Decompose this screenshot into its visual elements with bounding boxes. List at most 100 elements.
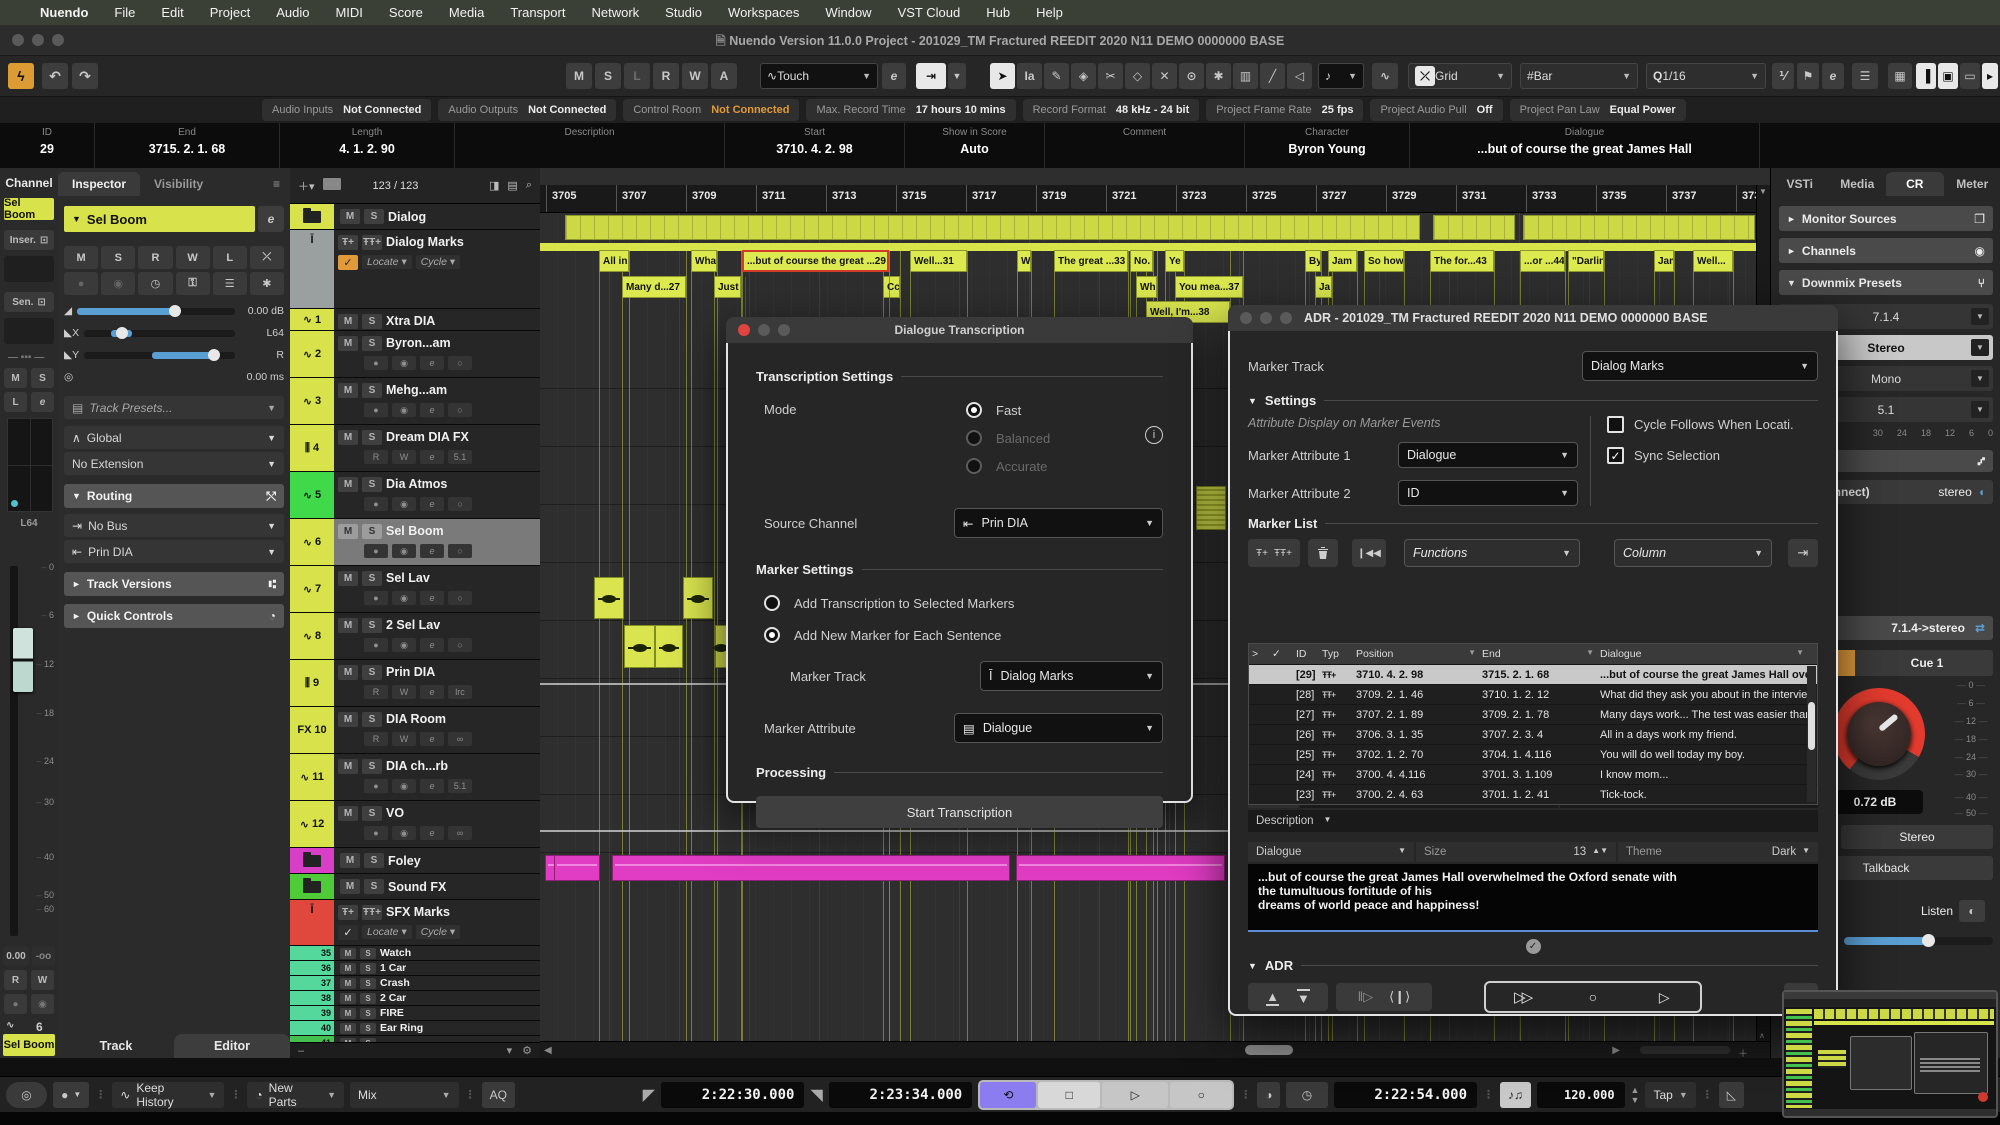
mix-dropdown[interactable]: Mix▼ [350, 1082, 459, 1108]
fader-value[interactable]: 0.00 [3, 946, 29, 966]
track-solo-button[interactable]: S [362, 524, 382, 539]
track-presets-dropdown[interactable]: ▤Track Presets...▼ [64, 396, 284, 419]
edit-channel-button[interactable]: e [420, 497, 444, 511]
adr-section-header[interactable]: ▼ADR [1230, 954, 1836, 973]
read-automation-button[interactable]: R [4, 970, 27, 990]
adr-marker-track-dropdown[interactable]: Dialog Marks▼ [1582, 351, 1818, 381]
track-row-dialog[interactable]: MSDialog [290, 204, 540, 230]
track-solo-button[interactable]: S [362, 430, 382, 445]
global-r-button[interactable]: R [653, 63, 679, 89]
adr-eject-buttons[interactable]: ▲▼ [1248, 983, 1328, 1011]
source-channel-dropdown[interactable]: ⇤Prin DIA▼ [954, 508, 1163, 538]
status-project-pan-law[interactable]: Project Pan LawEqual Power [1510, 99, 1686, 121]
status-audio-outputs[interactable]: Audio OutputsNot Connected [438, 99, 616, 121]
adr-titlebar[interactable]: ADR - 201029_TM Fractured REEDIT 2020 N1… [1228, 305, 1838, 331]
scroll-right-arrow[interactable]: ▶ [1612, 1045, 1620, 1056]
format-label[interactable]: Stereo [1841, 825, 1993, 849]
track-row-sel-boom[interactable]: ∿6MSSel Boom●◉e○ [290, 519, 540, 566]
transport-menu-icon[interactable]: ◎ [6, 1082, 47, 1108]
info-show-in-score[interactable]: Show in ScoreAuto [905, 123, 1045, 168]
lane-display-button[interactable]: ☰ [1852, 63, 1878, 89]
timeline-marker[interactable]: ...but of course the great ...29 [742, 250, 889, 272]
track-search-icon[interactable]: ⌕ [526, 179, 532, 192]
foley-clip[interactable] [612, 855, 1010, 881]
timeline-marker[interactable]: Well...31 [910, 250, 967, 272]
info-id[interactable]: ID29 [0, 123, 95, 168]
transcription-titlebar[interactable]: Dialogue Transcription [726, 317, 1193, 343]
inspector-btn-3[interactable]: W [176, 246, 210, 269]
hscroll-thumb[interactable] [1245, 1045, 1293, 1055]
cycle-button[interactable]: ⟲ [980, 1082, 1036, 1108]
track-mute-button[interactable]: M [338, 383, 358, 398]
marker-active-checkbox[interactable]: ✓ [338, 925, 358, 940]
menu-item-window[interactable]: Window [825, 5, 871, 20]
audio-clip[interactable] [594, 577, 624, 619]
track-solo-button[interactable]: S [362, 314, 382, 329]
audio-clip[interactable] [1196, 486, 1226, 530]
edit-channel-button[interactable]: e [420, 591, 444, 605]
monitor-icon[interactable]: ◉ [392, 826, 416, 840]
status-project-frame-rate[interactable]: Project Frame Rate25 fps [1206, 99, 1363, 121]
channel-solo-button[interactable]: S [31, 368, 54, 388]
timeline-marker[interactable]: All in [599, 250, 629, 272]
inspector-btn-8[interactable]: ◷ [138, 272, 172, 295]
right-zone-tab-media[interactable]: Media [1829, 172, 1887, 196]
track-row-sel-lav[interactable]: ∿7MSSel Lav●◉e○ [290, 566, 540, 613]
snap-type-dropdown[interactable]: ⤫Grid▼ [1408, 63, 1512, 89]
track-mute-button[interactable]: M [338, 477, 358, 492]
monitor-icon[interactable]: ◉ [392, 591, 416, 605]
left-locator-flag-icon[interactable]: ◤ [643, 1085, 655, 1105]
track-solo-button[interactable]: S [360, 963, 376, 974]
info-character[interactable]: CharacterByron Young [1245, 123, 1410, 168]
mode-radio-fast[interactable]: Fast [966, 402, 1050, 418]
tab-track[interactable]: Track [58, 1034, 174, 1058]
timeline-marker[interactable]: So how [1364, 250, 1404, 272]
listen-icon[interactable]: ◐ [1959, 900, 1985, 922]
pan-xy-pad[interactable] [7, 418, 53, 512]
audition-tool-icon[interactable]: ◁ [1287, 63, 1312, 89]
info-icon[interactable]: i [1145, 426, 1163, 444]
keep-history-dropdown[interactable]: ∿Keep History▼ [112, 1082, 224, 1108]
mute-tool-icon[interactable]: ✕ [1152, 63, 1177, 89]
marker-track-dropdown[interactable]: ĪDialog Marks▼ [980, 661, 1163, 691]
marker-table-row[interactable]: [26]ŦŦ+3706. 3. 1. 353707. 2. 3. 4All in… [1249, 724, 1817, 744]
timeline-marker[interactable]: Well... [1693, 250, 1733, 272]
track-row-2-sel-lav[interactable]: ∿8MS2 Sel Lav●◉e○ [290, 613, 540, 660]
foley-clip[interactable] [554, 855, 600, 881]
activate-project-button[interactable]: ϟ [8, 63, 34, 89]
menu-item-hub[interactable]: Hub [986, 5, 1010, 20]
tempo-track-button[interactable]: ♪♫ [1500, 1082, 1531, 1108]
track-mute-button[interactable]: M [340, 978, 356, 989]
track-mute-button[interactable]: M [338, 336, 358, 351]
cycle-follows-checkbox[interactable]: Cycle Follows When Locati. [1607, 416, 1818, 433]
track-filter-icon[interactable]: ◨ [489, 179, 499, 192]
track-mute-button[interactable]: M [338, 665, 358, 680]
global-m-button[interactable]: M [566, 63, 592, 89]
track-row-sfx-marks[interactable]: ĪŦ+ŦŦ+SFX Marks✓Locate ▾Cycle ▾ [290, 900, 540, 946]
me-description[interactable]: Description▼ [1248, 810, 1818, 832]
snap-zero-crossing-button[interactable]: ∿ [1372, 63, 1398, 89]
menu-item-media[interactable]: Media [449, 5, 484, 20]
grid-type-dropdown[interactable]: #Bar▼ [1520, 63, 1638, 89]
zoom-tool-icon[interactable]: ⊙ [1179, 63, 1204, 89]
quantize-panel-button[interactable]: ⚑ [1797, 63, 1819, 89]
marker-table-row[interactable]: [29]ŦŦ+3710. 4. 2. 983715. 2. 1. 68...bu… [1249, 664, 1817, 684]
iterative-quantize-button[interactable]: ⅟ [1772, 63, 1794, 89]
track-solo-button[interactable]: S [362, 571, 382, 586]
rewind-marker-button[interactable]: ❙◀◀ [1352, 539, 1386, 567]
read-button[interactable]: R [364, 685, 388, 699]
hand-tool-icon[interactable]: ✱ [1206, 63, 1231, 89]
edit-channel-button[interactable]: e [420, 685, 444, 699]
read-button[interactable]: R [364, 732, 388, 746]
attr1-dropdown[interactable]: Dialogue▼ [1398, 442, 1578, 468]
track-row-dia-ch-rb[interactable]: ∿11MSDIA ch...rb●◉e5.1 [290, 754, 540, 801]
edit-channel-button[interactable]: e [420, 638, 444, 652]
track-mute-button[interactable]: M [338, 524, 358, 539]
track-row-fire[interactable]: 39MSFIRE [290, 1006, 540, 1021]
edit-channel-button[interactable]: e [420, 826, 444, 840]
preset-caret[interactable]: ▼ [1971, 308, 1989, 325]
inspector-btn-2[interactable]: R [138, 246, 172, 269]
monitor-icon[interactable]: ◉ [392, 638, 416, 652]
track-mute-button[interactable]: M [338, 712, 358, 727]
radio-new-marker[interactable]: Add New Marker for Each Sentence [764, 627, 1163, 643]
